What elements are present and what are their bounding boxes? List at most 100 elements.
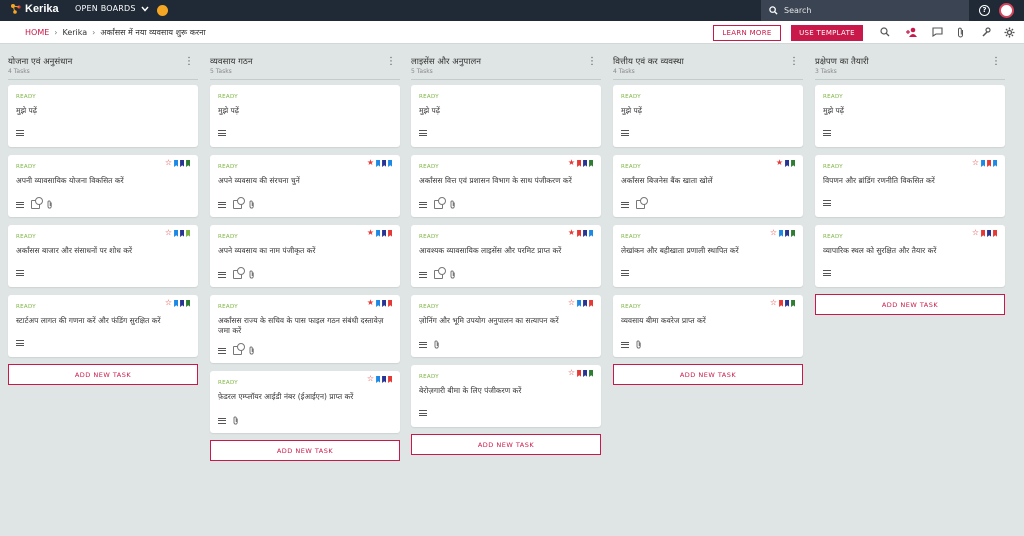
add-new-task-button[interactable]: ADD NEW TASK bbox=[8, 364, 198, 385]
task-card[interactable]: ★ READY अर्कांसस राज्य के सचिव के पास फाइल… bbox=[210, 295, 400, 363]
chat-icon[interactable] bbox=[931, 27, 943, 39]
task-card[interactable]: READY मुझे पढ़ें bbox=[411, 85, 601, 147]
bookmark-icon bbox=[381, 375, 386, 383]
star-outline-icon[interactable]: ☆ bbox=[568, 299, 575, 307]
bookmark-icon bbox=[588, 159, 593, 167]
card-markers: ★ bbox=[568, 229, 593, 237]
attachment-icon bbox=[434, 340, 439, 349]
star-outline-icon[interactable]: ☆ bbox=[972, 229, 979, 237]
task-card[interactable]: READY मुझे पढ़ें bbox=[8, 85, 198, 147]
card-indicators bbox=[419, 197, 456, 209]
task-card[interactable]: READY मुझे पढ़ें bbox=[613, 85, 803, 147]
column-header[interactable]: प्रक्षेपण का तैयारी 3 Tasks ⋮ bbox=[815, 52, 1005, 80]
column-task-count: 4 Tasks bbox=[613, 68, 635, 75]
board-search-icon[interactable] bbox=[879, 27, 891, 39]
description-icon bbox=[419, 341, 427, 348]
column-menu-icon[interactable]: ⋮ bbox=[184, 57, 194, 67]
task-card[interactable]: ☆ READY व्यापारिक स्थल को सुरक्षित और तैया… bbox=[815, 225, 1005, 287]
bookmark-icon bbox=[582, 159, 587, 167]
add-person-icon[interactable] bbox=[906, 27, 918, 39]
bookmark-icon bbox=[173, 159, 178, 167]
bookmark-icon bbox=[588, 369, 593, 377]
card-status: READY bbox=[218, 164, 238, 170]
card-indicators bbox=[218, 130, 226, 136]
task-card[interactable]: ☆ READY व्यवसाय बीमा कवरेज प्राप्त करें bbox=[613, 295, 803, 357]
star-filled-icon[interactable]: ★ bbox=[367, 159, 374, 167]
card-title: मुझे पढ़ें bbox=[621, 106, 643, 115]
star-filled-icon[interactable]: ★ bbox=[568, 159, 575, 167]
star-outline-icon[interactable]: ☆ bbox=[367, 375, 374, 383]
card-status: READY bbox=[419, 164, 439, 170]
task-card[interactable]: ★ READY अपने व्यवसाय की संरचना चुनें bbox=[210, 155, 400, 217]
logo[interactable]: Kerika bbox=[10, 3, 59, 15]
breadcrumb: HOME › Kerika › अर्कांसस में नया व्यवसाय… bbox=[25, 27, 206, 38]
star-filled-icon[interactable]: ★ bbox=[367, 299, 374, 307]
task-card[interactable]: READY मुझे पढ़ें bbox=[815, 85, 1005, 147]
checklist-icon bbox=[233, 197, 245, 209]
bookmark-icon bbox=[576, 299, 581, 307]
column-header[interactable]: लाइसेंस और अनुपालन 5 Tasks ⋮ bbox=[411, 52, 601, 80]
add-new-task-button[interactable]: ADD NEW TASK bbox=[815, 294, 1005, 315]
task-card[interactable]: ☆ READY विपणन और ब्रांडिंग रणनीति विकसित क… bbox=[815, 155, 1005, 217]
column-header[interactable]: वित्तीय एवं कर व्यवस्था 4 Tasks ⋮ bbox=[613, 52, 803, 80]
task-card[interactable]: ★ READY अपने व्यवसाय का नाम पंजीकृत करें bbox=[210, 225, 400, 287]
add-new-task-button[interactable]: ADD NEW TASK bbox=[210, 440, 400, 461]
star-outline-icon[interactable]: ☆ bbox=[165, 159, 172, 167]
description-icon bbox=[419, 410, 427, 416]
star-outline-icon[interactable]: ☆ bbox=[165, 229, 172, 237]
attachment-icon[interactable] bbox=[955, 27, 967, 39]
organization-icon[interactable] bbox=[157, 5, 168, 16]
breadcrumb-home[interactable]: HOME bbox=[25, 28, 49, 37]
card-status: READY bbox=[218, 380, 238, 386]
card-indicators bbox=[621, 197, 648, 209]
avatar[interactable] bbox=[999, 3, 1014, 18]
task-card[interactable]: ☆ READY ज़ोनिंग और भूमि उपयोग अनुपालन का स… bbox=[411, 295, 601, 357]
tools-icon[interactable] bbox=[980, 27, 992, 39]
column-menu-icon[interactable]: ⋮ bbox=[991, 57, 1001, 67]
use-template-button[interactable]: USE TEMPLATE bbox=[791, 25, 863, 41]
task-card[interactable]: ★ READY अर्कांसस बिजनेस बैंक खाता खोलें bbox=[613, 155, 803, 217]
bookmark-icon bbox=[588, 229, 593, 237]
task-card[interactable]: ★ READY अर्कांसस वित्त एवं प्रशासन विभाग क… bbox=[411, 155, 601, 217]
add-new-task-button[interactable]: ADD NEW TASK bbox=[613, 364, 803, 385]
bookmark-icon bbox=[582, 369, 587, 377]
card-title: बेरोज़गारी बीमा के लिए पंजीकरण करें bbox=[419, 386, 522, 395]
open-boards-button[interactable]: OPEN BOARDS bbox=[75, 4, 149, 13]
logo-text: Kerika bbox=[25, 3, 59, 15]
column-header[interactable]: योजना एवं अनुसंधान 4 Tasks ⋮ bbox=[8, 52, 198, 80]
task-card[interactable]: ☆ READY फ़ेडरल एम्प्लॉयर आईडी नंबर (ईआईएन)… bbox=[210, 371, 400, 433]
task-card[interactable]: ☆ READY स्टार्टअप लागत की गणना करें और फंड… bbox=[8, 295, 198, 357]
attachment-icon bbox=[47, 200, 52, 209]
star-filled-icon[interactable]: ★ bbox=[568, 229, 575, 237]
attachment-icon bbox=[249, 270, 254, 279]
task-card[interactable]: ☆ READY अपनी व्यावसायिक योजना विकसित करें bbox=[8, 155, 198, 217]
star-outline-icon[interactable]: ☆ bbox=[165, 299, 172, 307]
star-outline-icon[interactable]: ☆ bbox=[770, 299, 777, 307]
breadcrumb-org[interactable]: Kerika bbox=[62, 28, 87, 37]
card-indicators bbox=[16, 197, 53, 209]
star-outline-icon[interactable]: ☆ bbox=[568, 369, 575, 377]
attachment-icon bbox=[249, 200, 254, 209]
help-icon[interactable]: ? bbox=[979, 5, 990, 16]
column-menu-icon[interactable]: ⋮ bbox=[386, 57, 396, 67]
card-indicators bbox=[218, 197, 255, 209]
gear-icon[interactable] bbox=[1003, 27, 1015, 39]
column-header[interactable]: व्यवसाय गठन 5 Tasks ⋮ bbox=[210, 52, 400, 80]
card-status: READY bbox=[16, 234, 36, 240]
star-outline-icon[interactable]: ☆ bbox=[972, 159, 979, 167]
task-card[interactable]: ★ READY आवश्यक व्यावसायिक लाइसेंस और परमिट… bbox=[411, 225, 601, 287]
add-new-task-button[interactable]: ADD NEW TASK bbox=[411, 434, 601, 455]
star-filled-icon[interactable]: ★ bbox=[776, 159, 783, 167]
description-icon bbox=[16, 130, 24, 136]
learn-more-button[interactable]: LEARN MORE bbox=[713, 25, 781, 41]
task-card[interactable]: ☆ READY अर्कांसस बाजार और संसाधनों पर शोध … bbox=[8, 225, 198, 287]
card-title: मुझे पढ़ें bbox=[823, 106, 845, 115]
task-card[interactable]: ☆ READY बेरोज़गारी बीमा के लिए पंजीकरण करे… bbox=[411, 365, 601, 427]
task-card[interactable]: ☆ READY लेखांकन और बहीखाता प्रणाली स्थापित… bbox=[613, 225, 803, 287]
search-box[interactable]: Search bbox=[761, 0, 969, 21]
star-outline-icon[interactable]: ☆ bbox=[770, 229, 777, 237]
column-menu-icon[interactable]: ⋮ bbox=[587, 57, 597, 67]
column-menu-icon[interactable]: ⋮ bbox=[789, 57, 799, 67]
star-filled-icon[interactable]: ★ bbox=[367, 229, 374, 237]
task-card[interactable]: READY मुझे पढ़ें bbox=[210, 85, 400, 147]
